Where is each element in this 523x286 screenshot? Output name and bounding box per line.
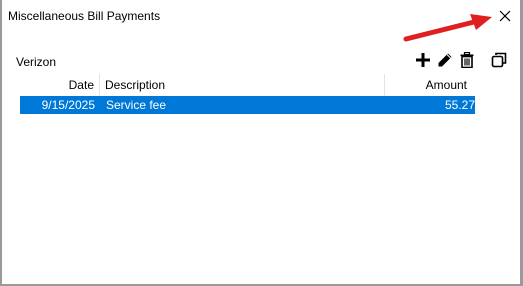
payments-grid: Date Description Amount 9/15/2025 Servic… bbox=[19, 74, 475, 114]
row-amount: 55.27 bbox=[444, 98, 475, 112]
window-title: Miscellaneous Bill Payments bbox=[8, 9, 161, 23]
edit-button[interactable] bbox=[435, 49, 455, 71]
copy-icon bbox=[491, 52, 507, 68]
pencil-icon bbox=[438, 53, 452, 67]
column-header-date[interactable]: Date bbox=[19, 78, 94, 92]
row-date: 9/15/2025 bbox=[41, 98, 95, 112]
column-header-amount[interactable]: Amount bbox=[426, 78, 467, 92]
close-icon bbox=[499, 10, 511, 22]
grid-header: Date Description Amount bbox=[19, 74, 475, 96]
add-button[interactable] bbox=[413, 49, 433, 71]
annotation-arrow bbox=[403, 14, 492, 42]
table-row[interactable]: 9/15/2025 Service fee 55.27 bbox=[20, 96, 475, 114]
dialog-window: Miscellaneous Bill Payments Verizon Date… bbox=[2, 0, 520, 284]
plus-icon bbox=[416, 53, 430, 67]
trash-icon bbox=[460, 52, 474, 68]
column-divider[interactable] bbox=[384, 74, 385, 96]
row-description: Service fee bbox=[106, 98, 167, 112]
delete-button[interactable] bbox=[457, 49, 477, 71]
copy-button[interactable] bbox=[489, 49, 509, 71]
column-divider[interactable] bbox=[99, 74, 100, 96]
column-header-description[interactable]: Description bbox=[105, 78, 165, 92]
account-name: Verizon bbox=[16, 55, 57, 69]
close-button[interactable] bbox=[492, 4, 518, 28]
